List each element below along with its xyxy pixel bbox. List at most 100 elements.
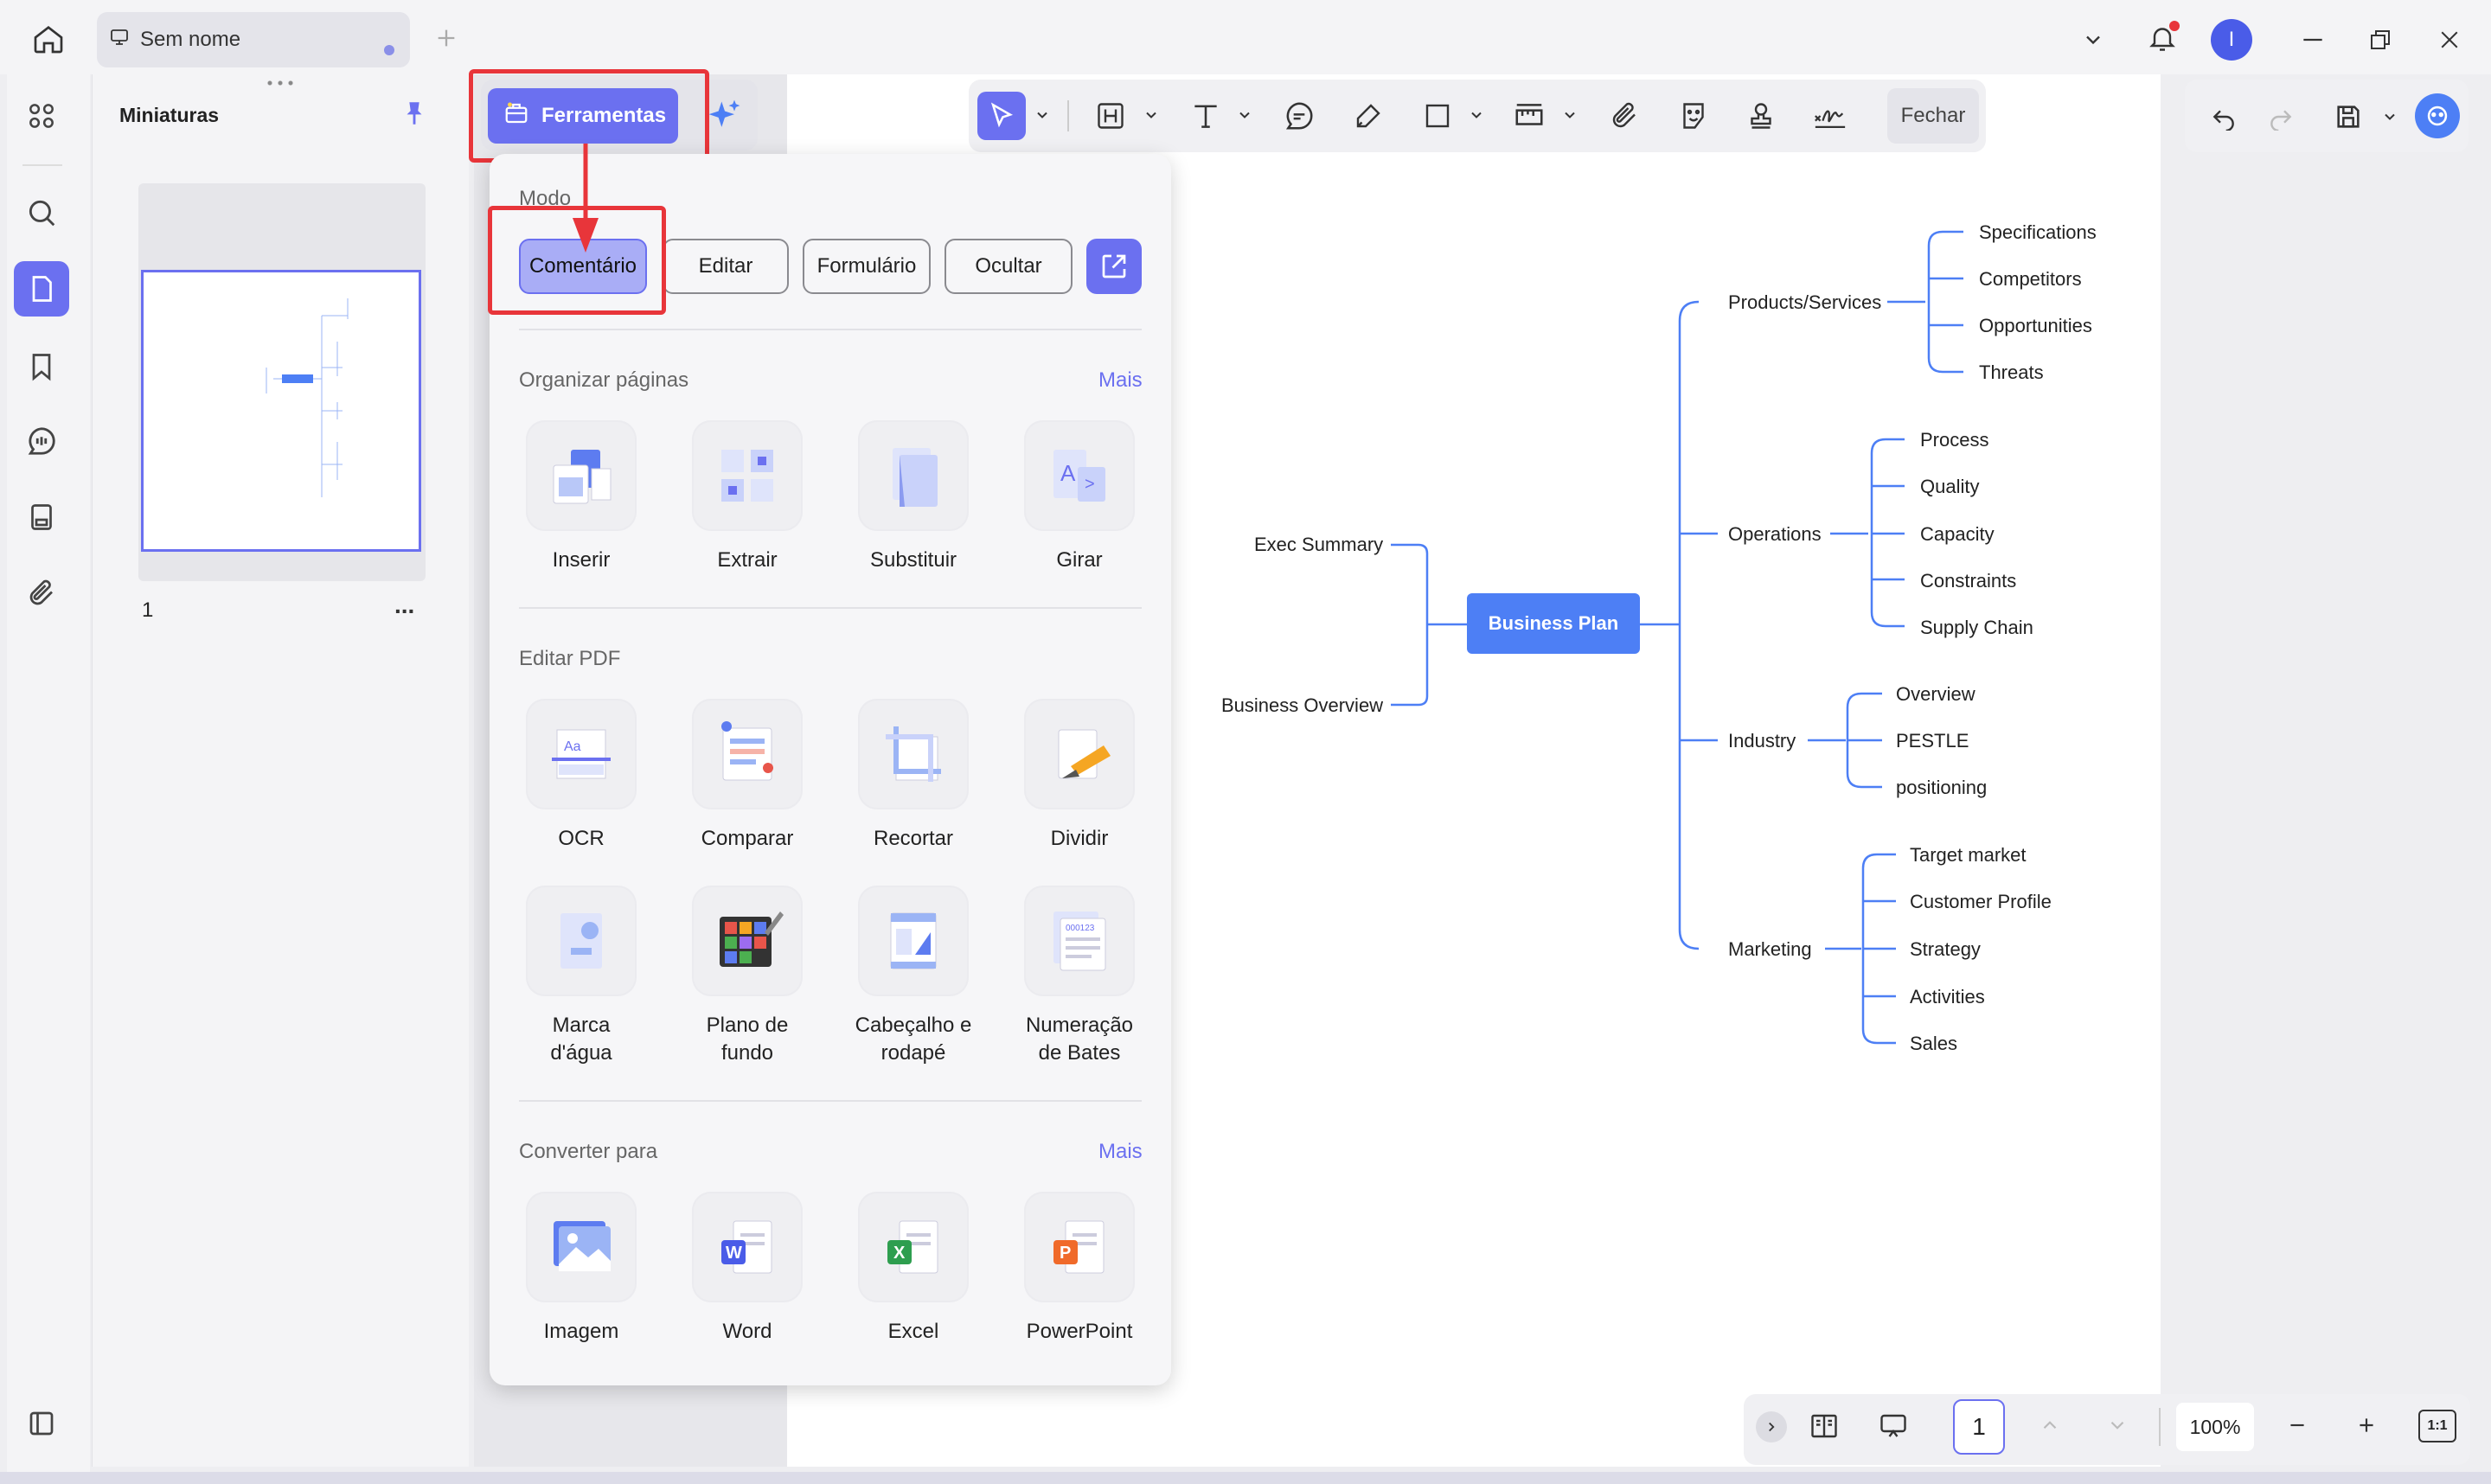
status-divider <box>2159 1408 2161 1446</box>
presentation-icon[interactable] <box>1873 1406 1913 1446</box>
replace-tile[interactable]: Substituir <box>830 420 996 574</box>
mindmap-left-node-1[interactable]: Business Overview <box>1221 694 1383 717</box>
convert-word-tile[interactable]: W Word <box>664 1192 830 1346</box>
convert-image-tile[interactable]: Imagem <box>498 1192 664 1346</box>
mindmap-leaf[interactable]: Opportunities <box>1979 315 2092 337</box>
edit-pdf-section-label: Editar PDF <box>519 647 621 670</box>
convert-powerpoint-tile[interactable]: P PowerPoint <box>996 1192 1162 1346</box>
page-number-input[interactable]: 1 <box>1953 1399 2005 1455</box>
mindmap-branch[interactable]: Industry <box>1728 730 1796 752</box>
background-icon <box>692 886 803 996</box>
mindmap-leaf[interactable]: Process <box>1920 429 1988 451</box>
mindmap-leaf[interactable]: Threats <box>1979 361 2044 384</box>
convert-section-label: Converter para <box>519 1140 658 1163</box>
mindmap-leaf[interactable]: Quality <box>1920 476 1979 498</box>
convert-word-label: Word <box>722 1320 772 1343</box>
mindmap-leaf[interactable]: Target market <box>1910 844 2027 867</box>
insert-tile[interactable]: Inserir <box>498 420 664 574</box>
bates-tile[interactable]: 000123 Numeração de Bates <box>996 886 1162 1067</box>
header-footer-label: Cabeçalho e rodapé <box>855 1014 972 1065</box>
mindmap-branch[interactable]: Marketing <box>1728 938 1812 961</box>
actual-size-label: 1:1 <box>2427 1418 2448 1433</box>
mindmap-branch[interactable]: Operations <box>1728 523 1822 546</box>
mindmap-leaf[interactable]: Customer Profile <box>1910 891 2052 913</box>
rotate-pages-icon: A > <box>1024 420 1135 531</box>
mindmap-leaf[interactable]: Overview <box>1896 683 1976 706</box>
external-link-icon <box>1102 254 1126 278</box>
two-page-view-icon[interactable] <box>1804 1406 1844 1446</box>
zoom-level[interactable]: 100% <box>2176 1403 2254 1451</box>
zoom-in-icon[interactable] <box>2349 1408 2384 1442</box>
replace-label: Substituir <box>869 548 957 572</box>
bottom-strip <box>0 1472 2491 1484</box>
rotate-tile[interactable]: A > Girar <box>996 420 1162 574</box>
extract-tile[interactable]: Extrair <box>664 420 830 574</box>
mindmap-leaf[interactable]: Strategy <box>1910 938 1981 961</box>
crop-tile[interactable]: Recortar <box>830 699 996 853</box>
zoom-out-icon[interactable] <box>2280 1408 2315 1442</box>
excel-file-icon: X <box>858 1192 969 1302</box>
svg-text:Aa: Aa <box>564 739 581 754</box>
split-label: Dividir <box>1050 827 1109 850</box>
ocr-icon: Aa <box>526 699 637 809</box>
organize-more-link[interactable]: Mais <box>1098 368 1143 393</box>
watermark-label: Marca d'água <box>550 1014 612 1065</box>
extract-label: Extrair <box>717 548 778 572</box>
actual-size-button[interactable]: 1:1 <box>2418 1410 2456 1442</box>
panel-divider <box>519 329 1142 330</box>
svg-text:P: P <box>1060 1244 1071 1263</box>
header-footer-tile[interactable]: Cabeçalho e rodapé <box>830 886 996 1067</box>
ocr-label: OCR <box>558 827 605 850</box>
organize-section-label: Organizar páginas <box>519 368 689 392</box>
svg-text:000123: 000123 <box>1066 924 1095 933</box>
mindmap-leaf[interactable]: Specifications <box>1979 221 2097 244</box>
page-down-icon[interactable] <box>2100 1408 2135 1442</box>
watermark-icon <box>526 886 637 996</box>
panel-divider <box>519 1100 1142 1102</box>
svg-text:A: A <box>1060 460 1076 486</box>
word-file-icon: W <box>692 1192 803 1302</box>
convert-image-label: Imagem <box>543 1320 619 1343</box>
convert-excel-tile[interactable]: X Excel <box>830 1192 996 1346</box>
mindmap-leaf[interactable]: Competitors <box>1979 268 2082 291</box>
chevron-right-icon[interactable] <box>1756 1411 1787 1442</box>
split-icon <box>1024 699 1135 809</box>
svg-text:>: > <box>1085 475 1095 494</box>
insert-pages-icon <box>526 420 637 531</box>
mode-edit-button[interactable]: Editar <box>663 239 789 294</box>
mindmap-branch[interactable]: Products/Services <box>1728 291 1881 314</box>
convert-excel-label: Excel <box>887 1320 939 1343</box>
compare-tile[interactable]: Comparar <box>664 699 830 853</box>
bates-numbering-icon: 000123 <box>1024 886 1135 996</box>
background-tile[interactable]: Plano de fundo <box>664 886 830 1067</box>
svg-text:W: W <box>726 1244 742 1263</box>
mode-hide-button[interactable]: Ocultar <box>945 239 1073 294</box>
mindmap-root-node[interactable]: Business Plan <box>1467 593 1640 654</box>
extract-pages-icon <box>692 420 803 531</box>
open-external-button[interactable] <box>1086 239 1142 294</box>
convert-powerpoint-label: PowerPoint <box>1026 1320 1133 1343</box>
split-tile[interactable]: Dividir <box>996 699 1162 853</box>
mindmap-leaf[interactable]: positioning <box>1896 777 1987 799</box>
image-file-icon <box>526 1192 637 1302</box>
page-up-icon[interactable] <box>2033 1408 2067 1442</box>
bates-label: Numeração de Bates <box>1025 1014 1134 1065</box>
mindmap-left-node-0[interactable]: Exec Summary <box>1254 534 1383 556</box>
compare-icon <box>692 699 803 809</box>
mindmap-leaf[interactable]: Constraints <box>1920 570 2016 592</box>
compare-label: Comparar <box>701 827 794 850</box>
convert-more-link[interactable]: Mais <box>1098 1140 1143 1164</box>
mode-form-button[interactable]: Formulário <box>803 239 931 294</box>
header-footer-icon <box>858 886 969 996</box>
red-arrow-icon <box>573 144 599 253</box>
mindmap-leaf[interactable]: Activities <box>1910 986 1985 1008</box>
mindmap-leaf[interactable]: Supply Chain <box>1920 617 2033 639</box>
mindmap-leaf[interactable]: PESTLE <box>1896 730 1969 752</box>
mindmap-leaf[interactable]: Sales <box>1910 1033 1957 1055</box>
panel-divider <box>519 607 1142 609</box>
watermark-tile[interactable]: Marca d'água <box>498 886 664 1067</box>
ocr-tile[interactable]: Aa OCR <box>498 699 664 853</box>
mindmap-leaf[interactable]: Capacity <box>1920 523 1995 546</box>
crop-icon <box>858 699 969 809</box>
crop-label: Recortar <box>873 827 954 850</box>
